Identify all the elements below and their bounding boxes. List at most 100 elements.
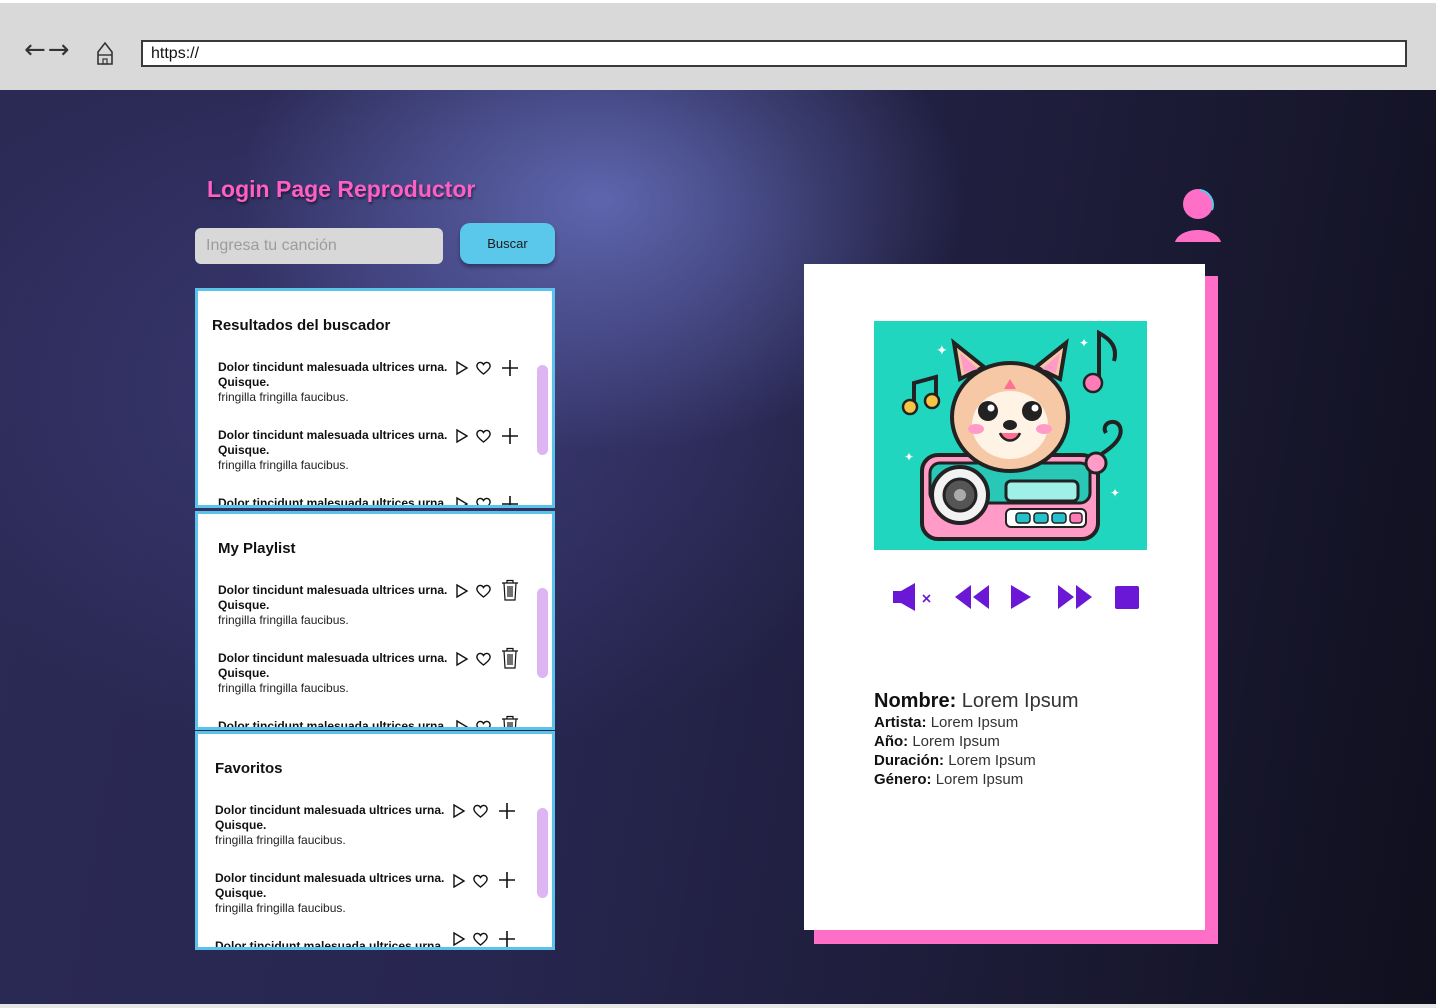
search-results-panel: Resultados del buscador Dolor tincidunt … [195,288,555,508]
trash-icon[interactable] [501,647,519,669]
svg-text:✦: ✦ [904,450,914,464]
list-item[interactable]: Dolor tincidunt malesuada ultrices urna.… [218,647,538,706]
list-item[interactable]: Dolor tincidunt malesuada ultrices urna.… [218,360,538,415]
plus-icon[interactable] [501,495,519,508]
heart-icon[interactable] [472,803,489,819]
play-icon[interactable] [455,360,469,376]
genero-value: Lorem Ipsum [935,771,1024,788]
song-subtitle: fringilla fringilla faucibus. [218,458,349,472]
heart-icon[interactable] [475,651,492,667]
song-title: Dolor tincidunt malesuada ultrices urna. [218,496,448,508]
duracion-label: Duración: [874,752,945,769]
rewind-icon[interactable] [955,585,989,609]
play-icon[interactable] [455,583,469,599]
page-bottom-border [0,1004,1436,1008]
heart-icon[interactable] [475,428,492,444]
panel-title: My Playlist [218,540,296,557]
song-actions [455,358,535,380]
plus-icon[interactable] [498,871,516,889]
play-icon[interactable] [452,931,466,947]
plus-icon[interactable] [501,427,519,445]
nombre-label: Nombre: [874,690,957,712]
play-icon[interactable] [452,803,466,819]
heart-icon[interactable] [472,873,489,889]
heart-icon[interactable] [475,360,492,376]
panel-title: Resultados del buscador [212,317,391,334]
home-icon[interactable] [95,40,115,66]
list-item[interactable]: Dolor tincidunt malesuada ultrices urna. [218,494,538,508]
genero-label: Género: [874,771,932,788]
list-item[interactable]: Dolor tincidunt malesuada ultrices urna.… [218,428,538,483]
page-title: Login Page Reproductor [207,176,476,202]
song-subtitle: fringilla fringilla faucibus. [215,833,346,847]
song-subtitle: fringilla fringilla faucibus. [215,901,346,915]
fast-forward-icon[interactable] [1058,585,1092,609]
song-actions [455,715,535,730]
play-icon[interactable] [455,428,469,444]
plus-icon[interactable] [501,359,519,377]
browser-toolbar: ←→ https:// [0,0,1436,90]
heart-icon[interactable] [475,583,492,599]
song-name-row: Nombre: Lorem Ipsum [874,689,1079,713]
trash-icon[interactable] [501,715,519,730]
svg-text:✦: ✦ [1079,336,1089,350]
scrollbar[interactable] [537,588,548,678]
song-actions [455,426,535,448]
url-bar[interactable]: https:// [141,40,1407,67]
stop-icon[interactable] [1115,586,1139,609]
trash-icon[interactable] [501,579,519,601]
song-title: Dolor tincidunt malesuada ultrices urna.… [218,651,448,680]
panel-title: Favoritos [215,760,283,777]
year-row: Año: Lorem Ipsum [874,732,1079,751]
song-title: Dolor tincidunt malesuada ultrices urna.… [215,871,445,900]
heart-icon[interactable] [475,496,492,508]
song-title: Dolor tincidunt malesuada ultrices urna.… [218,428,448,457]
song-actions [452,869,532,891]
play-icon[interactable] [452,873,466,889]
album-cover-image: ✦ ✦ ✦ ✦ [874,321,1147,550]
duracion-value: Lorem Ipsum [948,752,1036,769]
song-title: Dolor tincidunt malesuada ultrices urna. [215,939,445,950]
user-avatar-icon[interactable] [1174,188,1222,244]
plus-icon[interactable] [498,930,516,948]
anio-value: Lorem Ipsum [912,733,1000,750]
song-subtitle: fringilla fringilla faucibus. [218,390,349,404]
player-controls [893,583,1139,611]
list-item[interactable]: Dolor tincidunt malesuada ultrices urna. [215,931,535,950]
artist-row: Artista: Lorem Ipsum [874,713,1079,732]
genre-row: Género: Lorem Ipsum [874,770,1079,789]
play-icon[interactable] [1011,585,1031,609]
song-subtitle: fringilla fringilla faucibus. [218,613,349,627]
favorites-panel: Favoritos Dolor tincidunt malesuada ultr… [195,731,555,950]
duration-row: Duración: Lorem Ipsum [874,751,1079,770]
artista-label: Artista: [874,714,927,731]
list-item[interactable]: Dolor tincidunt malesuada ultrices urna.… [218,579,538,638]
song-info: Nombre: Lorem Ipsum Artista: Lorem Ipsum… [874,689,1079,789]
play-icon[interactable] [455,496,469,508]
song-actions [455,494,535,508]
play-icon[interactable] [455,719,469,730]
heart-icon[interactable] [475,719,492,730]
heart-icon[interactable] [472,931,489,947]
song-actions [452,801,532,823]
song-actions [452,931,532,947]
search-button[interactable]: Buscar [460,223,555,264]
svg-text:✦: ✦ [936,343,948,359]
svg-text:✦: ✦ [1110,486,1120,500]
player-card: ✦ ✦ ✦ ✦ Nombre: Lorem Ipsum Artista: Lor… [804,264,1205,930]
scrollbar[interactable] [537,365,548,455]
list-item[interactable]: Dolor tincidunt malesuada ultrices urna. [218,715,538,730]
song-actions [455,579,535,603]
song-title: Dolor tincidunt malesuada ultrices urna.… [218,360,448,389]
play-icon[interactable] [455,651,469,667]
scrollbar[interactable] [537,808,548,898]
plus-icon[interactable] [498,802,516,820]
playlist-panel: My Playlist Dolor tincidunt malesuada ul… [195,511,555,730]
back-forward-arrows[interactable]: ←→ [24,37,72,63]
mute-icon[interactable] [893,583,931,611]
list-item[interactable]: Dolor tincidunt malesuada ultrices urna.… [215,803,535,858]
song-title: Dolor tincidunt malesuada ultrices urna. [218,719,448,730]
list-item[interactable]: Dolor tincidunt malesuada ultrices urna.… [215,871,535,926]
song-title: Dolor tincidunt malesuada ultrices urna.… [218,583,448,612]
search-input[interactable] [195,228,443,264]
